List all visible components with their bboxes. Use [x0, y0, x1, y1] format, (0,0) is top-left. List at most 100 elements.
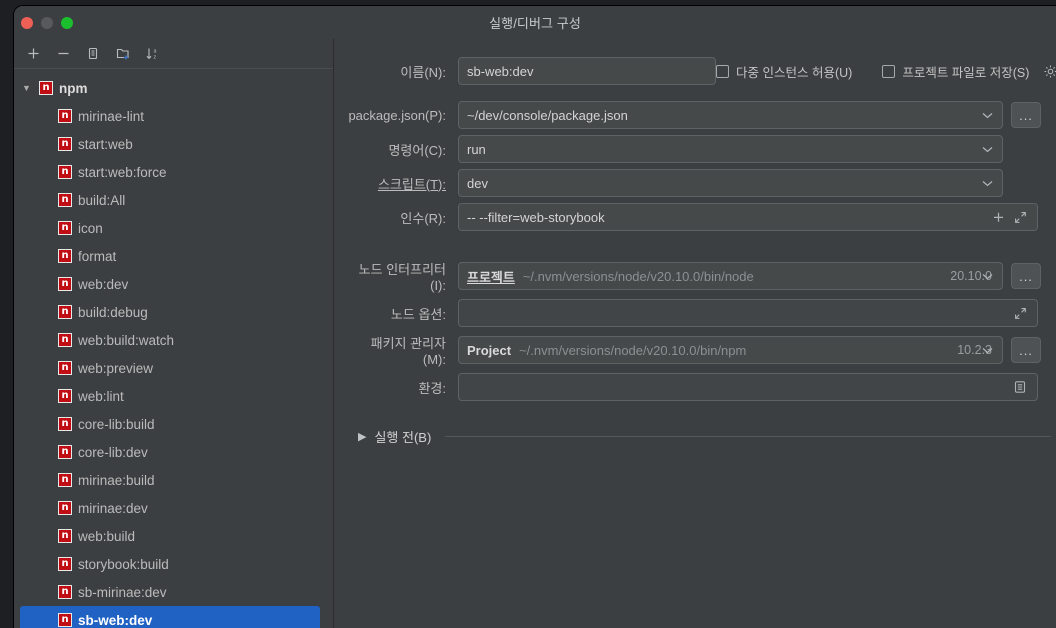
- npm-icon: [58, 109, 72, 123]
- arguments-input[interactable]: -- --filter=web-storybook: [458, 203, 1038, 231]
- before-launch-label: 실행 전(B): [374, 430, 432, 445]
- node-interpreter-row: 노드 인터프리터(I): 프로젝트 ~/.nvm/versions/node/v…: [348, 259, 1056, 293]
- package-json-combobox[interactable]: ~/dev/console/package.json: [458, 101, 1003, 129]
- chevron-down-icon[interactable]: [981, 344, 994, 357]
- package-json-browse-button[interactable]: ...: [1011, 102, 1041, 128]
- new-folder-icon: [116, 48, 129, 60]
- sidebar-item-build-debug[interactable]: build:debug: [14, 298, 333, 326]
- npm-icon: [58, 473, 72, 487]
- npm-icon: [58, 361, 72, 375]
- sidebar-item-start-web-force[interactable]: start:web:force: [14, 158, 333, 186]
- scripts-label[interactable]: 스크립트(T):: [348, 174, 458, 193]
- sidebar-item-storybook-build[interactable]: storybook:build: [14, 550, 333, 578]
- command-label: 명령어(C):: [388, 142, 446, 158]
- command-combobox[interactable]: run: [458, 135, 1003, 163]
- tree-group-npm[interactable]: ▼ npm: [14, 74, 333, 102]
- sidebar-toolbar: a z: [14, 39, 333, 69]
- before-launch-section[interactable]: ▶ 실행 전(B): [348, 427, 1056, 446]
- copy-configuration-button[interactable]: [80, 42, 106, 66]
- checkbox-box[interactable]: [882, 64, 896, 78]
- package-manager-browse-button[interactable]: ...: [1011, 337, 1041, 363]
- chevron-down-icon[interactable]: [981, 177, 994, 190]
- scripts-combobox[interactable]: dev: [458, 169, 1003, 197]
- chevron-down-icon[interactable]: [981, 143, 994, 156]
- node-interpreter-combobox[interactable]: 프로젝트 ~/.nvm/versions/node/v20.10.0/bin/n…: [458, 262, 1003, 290]
- move-into-folder-button[interactable]: [110, 42, 136, 66]
- name-input[interactable]: sb-web:dev: [458, 57, 716, 85]
- sidebar-item-web-dev[interactable]: web:dev: [14, 270, 333, 298]
- sidebar-item-sb-web-dev[interactable]: sb-web:dev: [20, 606, 320, 628]
- allow-multiple-instances-label: 다중 인스턴스 허용(U): [736, 65, 853, 80]
- environment-label: 환경:: [418, 380, 446, 396]
- sidebar-item-format[interactable]: format: [14, 242, 333, 270]
- package-manager-combobox[interactable]: Project ~/.nvm/versions/node/v20.10.0/bi…: [458, 336, 1003, 364]
- npm-icon: [58, 249, 72, 263]
- package-json-label: package.json(P):: [348, 107, 446, 123]
- sidebar-item-start-web[interactable]: start:web: [14, 130, 333, 158]
- sidebar-item-core-lib-dev[interactable]: core-lib:dev: [14, 438, 333, 466]
- store-as-project-file-checkbox[interactable]: 프로젝트 파일로 저장(S): [882, 62, 1029, 81]
- chevron-down-icon[interactable]: ▼: [22, 83, 34, 93]
- name-label: 이름(N):: [400, 64, 446, 80]
- list-item-label: build:All: [78, 192, 126, 208]
- sidebar-item-icon[interactable]: icon: [14, 214, 333, 242]
- npm-icon: [58, 613, 72, 627]
- npm-icon: [58, 557, 72, 571]
- chevron-down-icon[interactable]: [981, 270, 994, 283]
- environment-input[interactable]: [458, 373, 1038, 401]
- list-item-label: sb-mirinae:dev: [78, 584, 167, 600]
- checkbox-box[interactable]: [716, 64, 729, 78]
- list-item-label: start:web: [78, 136, 133, 152]
- add-argument-button[interactable]: [989, 208, 1007, 226]
- npm-icon: [58, 501, 72, 515]
- sidebar-item-build-all[interactable]: build:All: [14, 186, 333, 214]
- tree-group-label: npm: [59, 80, 88, 96]
- list-item-label: mirinae-lint: [78, 108, 145, 124]
- gear-settings-button[interactable]: [1041, 62, 1056, 80]
- allow-multiple-instances-checkbox[interactable]: 다중 인스턴스 허용(U): [716, 62, 852, 81]
- list-item-label: web:lint: [78, 388, 124, 404]
- add-configuration-button[interactable]: [20, 42, 46, 66]
- package-manager-badge: Project: [467, 342, 512, 358]
- copy-icon: [88, 47, 97, 60]
- chevron-down-icon[interactable]: [981, 109, 994, 122]
- plus-icon: [993, 212, 1003, 222]
- expand-arguments-button[interactable]: [1011, 208, 1029, 226]
- node-interpreter-browse-button[interactable]: ...: [1011, 263, 1041, 289]
- list-item-label: web:preview: [78, 360, 154, 376]
- remove-configuration-button[interactable]: [50, 42, 76, 66]
- list-item-label: mirinae:dev: [78, 500, 148, 516]
- sidebar-item-sb-mirinae-dev[interactable]: sb-mirinae:dev: [14, 578, 333, 606]
- npm-icon: [58, 529, 72, 543]
- list-item-label: web:dev: [78, 276, 129, 292]
- list-item-label: web:build:watch: [78, 332, 175, 348]
- scripts-value: dev: [467, 175, 488, 191]
- npm-icon: [58, 389, 72, 403]
- options-group: 다중 인스턴스 허용(U) 프로젝트 파일로 저장(S): [716, 62, 1056, 81]
- sidebar-item-web-lint[interactable]: web:lint: [14, 382, 333, 410]
- environment-row: 환경:: [348, 373, 1056, 401]
- package-manager-row: 패키지 관리자(M): Project ~/.nvm/versions/node…: [348, 333, 1056, 367]
- list-item-label: core-lib:dev: [78, 444, 148, 460]
- chevron-right-icon[interactable]: ▶: [358, 430, 366, 443]
- expand-diagonal-icon: [1014, 307, 1026, 319]
- sidebar-item-web-build[interactable]: web:build: [14, 522, 333, 550]
- node-options-input[interactable]: [458, 299, 1038, 327]
- sidebar-item-web-preview[interactable]: web:preview: [14, 354, 333, 382]
- node-interpreter-label: 노드 인터프리터(I):: [358, 262, 446, 293]
- sidebar-item-mirinae-lint[interactable]: mirinae-lint: [14, 102, 333, 130]
- configurations-tree[interactable]: ▼ npm mirinae-lint start:web start:web:f…: [14, 69, 333, 628]
- package-json-value: ~/dev/console/package.json: [467, 107, 628, 123]
- package-manager-value: ~/.nvm/versions/node/v20.10.0/bin/npm: [519, 342, 747, 358]
- sidebar-item-core-lib-build[interactable]: core-lib:build: [14, 410, 333, 438]
- node-interpreter-value: ~/.nvm/versions/node/v20.10.0/bin/node: [522, 268, 754, 284]
- sidebar-item-mirinae-build[interactable]: mirinae:build: [14, 466, 333, 494]
- sidebar-item-web-build-watch[interactable]: web:build:watch: [14, 326, 333, 354]
- list-item-label: format: [78, 248, 117, 264]
- expand-node-options-button[interactable]: [1011, 304, 1029, 322]
- sort-configurations-button[interactable]: a z: [140, 42, 166, 66]
- edit-environment-variables-button[interactable]: [1011, 378, 1029, 396]
- sidebar-item-mirinae-dev[interactable]: mirinae:dev: [14, 494, 333, 522]
- package-manager-label: 패키지 관리자(M):: [370, 336, 446, 367]
- name-row: 이름(N): sb-web:dev 다중 인스턴스 허용(U) 프로젝트 파일로…: [348, 57, 1056, 85]
